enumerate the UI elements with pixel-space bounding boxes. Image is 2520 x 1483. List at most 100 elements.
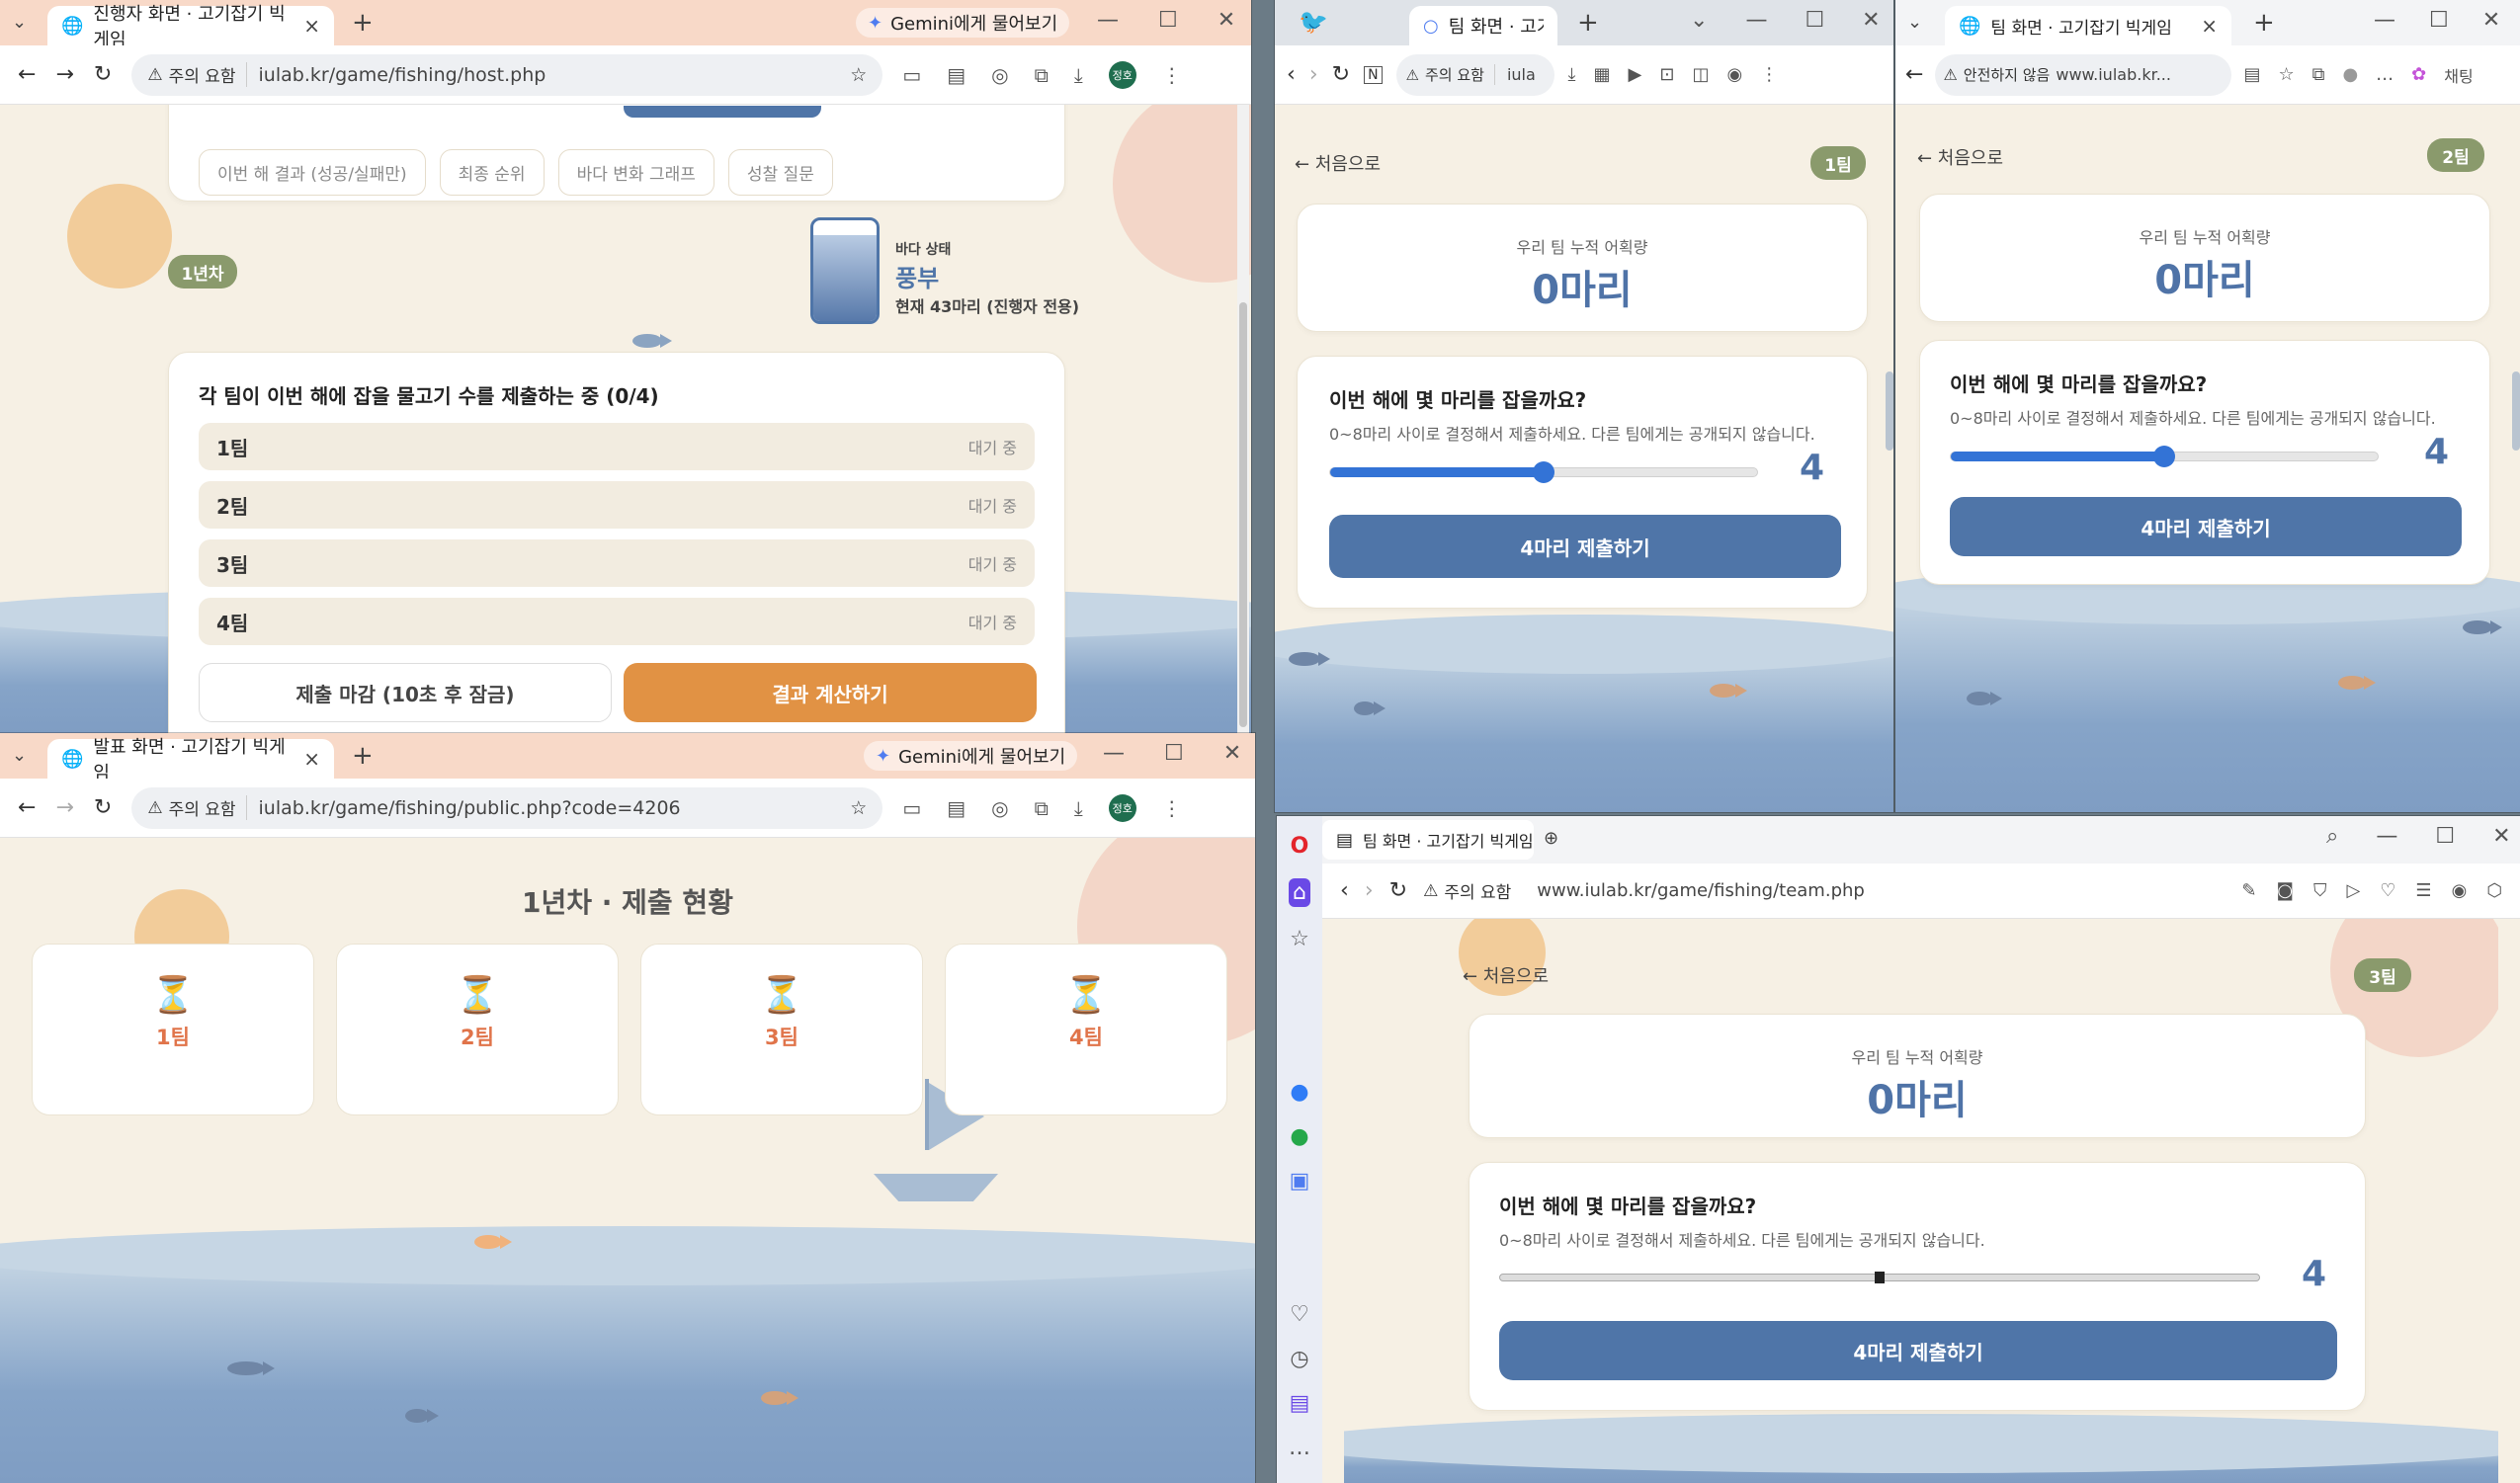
capture-icon[interactable]: ⊡ bbox=[1659, 64, 1674, 85]
team1-address-bar[interactable]: ⚠ 주의 요함 iula bbox=[1395, 53, 1554, 96]
forward-icon[interactable]: → bbox=[55, 795, 73, 820]
submit-catch-button[interactable]: 4마리 제출하기 bbox=[1329, 515, 1841, 578]
back-to-start-link[interactable]: ← 처음으로 bbox=[1295, 150, 1381, 176]
messenger-icon[interactable]: ● bbox=[1290, 1080, 1308, 1105]
close-submission-button[interactable]: 제출 마감 (10초 후 잠금) bbox=[199, 663, 612, 722]
back-icon[interactable]: ‹ bbox=[1287, 62, 1296, 87]
minimize-icon[interactable]: — bbox=[1097, 8, 1119, 33]
reading-icon[interactable]: ▤ bbox=[947, 796, 966, 820]
new-tab-icon[interactable]: + bbox=[2253, 8, 2275, 38]
shield-icon[interactable]: ⛉ bbox=[2313, 880, 2327, 901]
team2-address-bar[interactable]: ⚠ 안전하지 않음 www.iulab.kr... bbox=[1935, 53, 2232, 96]
slider-knob[interactable] bbox=[2153, 446, 2175, 467]
minimize-icon[interactable]: — bbox=[1745, 8, 1767, 33]
security-warning[interactable]: ⚠ 주의 요함 bbox=[1423, 878, 1521, 904]
host-tab[interactable]: 🌐 진행자 화면 · 고기잡기 빅게임 × bbox=[47, 4, 334, 50]
profile-icon[interactable]: ● bbox=[2342, 64, 2358, 85]
bookmark-star-icon[interactable]: ☆ bbox=[850, 797, 867, 819]
close-tab-icon[interactable]: × bbox=[303, 747, 320, 771]
catch-slider[interactable] bbox=[1499, 1272, 2260, 1283]
vertical-scrollbar[interactable] bbox=[1237, 105, 1249, 733]
maximize-icon[interactable]: ☐ bbox=[1164, 741, 1184, 766]
minimize-icon[interactable]: — bbox=[2376, 824, 2397, 849]
team3-url[interactable]: www.iulab.kr/game/fishing/team.php bbox=[1537, 880, 1865, 901]
catch-slider[interactable] bbox=[1950, 446, 2379, 467]
heart-icon[interactable]: ♡ bbox=[2380, 880, 2395, 901]
whatsapp-icon[interactable]: ● bbox=[1290, 1124, 1308, 1149]
chip-final-rank[interactable]: 최종 순위 bbox=[439, 149, 545, 196]
extensions-icon[interactable]: ⧉ bbox=[1035, 796, 1049, 820]
maximize-icon[interactable]: ☐ bbox=[1805, 8, 1824, 33]
back-icon[interactable]: ← bbox=[18, 795, 36, 820]
download-icon[interactable]: ⤓ bbox=[1074, 796, 1083, 820]
back-to-start-link[interactable]: ← 처음으로 bbox=[1463, 962, 1549, 988]
close-window-icon[interactable]: ✕ bbox=[1862, 8, 1880, 33]
team3-tab[interactable]: ▤ 팀 화면 · 고기잡기 빅게임 bbox=[1322, 820, 1534, 860]
close-tab-icon[interactable]: × bbox=[303, 14, 320, 38]
slider-knob[interactable] bbox=[1533, 461, 1554, 483]
gift-icon[interactable]: ▤ bbox=[1290, 1391, 1310, 1416]
easy-setup-icon[interactable]: ☰ bbox=[2415, 880, 2431, 901]
public-address-bar[interactable]: ⚠ 주의 요함 iulab.kr/game/fishing/public.php?… bbox=[131, 786, 883, 829]
profile-icon[interactable]: ◉ bbox=[2452, 880, 2468, 901]
download-icon[interactable]: ⤓ bbox=[1568, 64, 1576, 85]
target-icon[interactable]: ◎ bbox=[991, 63, 1008, 87]
new-tab-icon[interactable]: + bbox=[352, 8, 374, 38]
video-icon[interactable]: ▶ bbox=[1629, 64, 1642, 85]
tab-list-icon[interactable]: ⌄ bbox=[1690, 8, 1708, 33]
favorites-icon[interactable]: ♡ bbox=[1290, 1302, 1309, 1327]
close-window-icon[interactable]: ✕ bbox=[2492, 824, 2510, 849]
vertical-scrollbar[interactable] bbox=[2512, 371, 2520, 451]
gemini-button[interactable]: ✦ Gemini에게 물어보기 bbox=[856, 8, 1070, 38]
security-warning[interactable]: ⚠ 주의 요함 bbox=[147, 62, 247, 87]
search-tabs-icon[interactable]: ⌕ bbox=[2326, 824, 2338, 849]
close-window-icon[interactable]: ✕ bbox=[2482, 8, 2500, 33]
reload-icon[interactable]: ↻ bbox=[94, 795, 112, 820]
slider-knob[interactable] bbox=[1875, 1272, 1885, 1283]
chip-year-result[interactable]: 이번 해 결과 (성공/실패만) bbox=[199, 149, 426, 196]
sidebar-more-icon[interactable]: … bbox=[1289, 1436, 1310, 1460]
bookmark-star-icon[interactable]: ☆ bbox=[850, 64, 867, 86]
copilot-icon[interactable]: ✿ bbox=[2411, 64, 2426, 85]
menu-icon[interactable]: ⋮ bbox=[1162, 796, 1182, 820]
avatar[interactable]: 정호 bbox=[1108, 60, 1136, 89]
close-window-icon[interactable]: ✕ bbox=[1223, 741, 1241, 766]
close-tab-icon[interactable]: × bbox=[2201, 14, 2218, 38]
edit-icon[interactable]: ✎ bbox=[2241, 880, 2256, 901]
back-to-start-link[interactable]: ← 처음으로 bbox=[1917, 144, 2003, 170]
history-icon[interactable]: ◷ bbox=[1290, 1347, 1308, 1371]
maximize-icon[interactable]: ☐ bbox=[1158, 8, 1178, 33]
warning-icon[interactable]: ⚠ bbox=[1943, 65, 1957, 84]
reload-icon[interactable]: ↻ bbox=[1332, 62, 1350, 87]
back-icon[interactable]: ‹ bbox=[1340, 878, 1349, 903]
back-icon[interactable]: ← bbox=[1905, 62, 1923, 87]
reader-icon[interactable]: ▤ bbox=[2243, 64, 2260, 85]
host-address-bar[interactable]: ⚠ 주의 요함 iulab.kr/game/fishing/host.php ☆ bbox=[131, 53, 883, 96]
chip-reflection[interactable]: 성찰 질문 bbox=[727, 149, 833, 196]
opera-logo-icon[interactable]: O bbox=[1291, 834, 1309, 859]
cast-icon[interactable]: ▭ bbox=[902, 63, 921, 87]
play-icon[interactable]: ▷ bbox=[2346, 880, 2360, 901]
submit-catch-button[interactable]: 4마리 제출하기 bbox=[1499, 1321, 2337, 1380]
cast-icon[interactable]: ▭ bbox=[902, 796, 921, 820]
extensions-icon[interactable]: ⧉ bbox=[2312, 64, 2325, 85]
close-window-icon[interactable]: ✕ bbox=[1218, 8, 1235, 33]
reload-icon[interactable]: ↻ bbox=[1389, 878, 1407, 903]
box-icon[interactable]: ⬡ bbox=[2486, 880, 2502, 901]
forward-icon[interactable]: › bbox=[1365, 878, 1374, 903]
gemini-button[interactable]: ✦ Gemini에게 물어보기 bbox=[864, 741, 1078, 771]
team2-tab[interactable]: 🌐 팀 화면 · 고기잡기 빅게임 × bbox=[1945, 6, 2231, 45]
speed-dial-icon[interactable]: ☆ bbox=[1290, 927, 1309, 951]
camera-icon[interactable]: ◙ bbox=[2276, 880, 2293, 901]
notion-icon[interactable]: N bbox=[1364, 65, 1383, 84]
tab-actions-icon[interactable]: ⌄ bbox=[1907, 12, 1922, 33]
minimize-icon[interactable]: — bbox=[2374, 8, 2395, 33]
menu-icon[interactable]: ⋮ bbox=[1760, 64, 1778, 85]
aria-icon[interactable]: ▣ bbox=[1290, 1169, 1310, 1194]
download-icon[interactable]: ⤓ bbox=[1074, 63, 1083, 87]
catch-slider[interactable] bbox=[1329, 461, 1758, 483]
home-icon[interactable]: ⌂ bbox=[1289, 878, 1310, 907]
more-icon[interactable]: … bbox=[2376, 64, 2394, 85]
extensions-icon[interactable]: ⧉ bbox=[1035, 63, 1049, 87]
vertical-scrollbar[interactable] bbox=[1886, 371, 1893, 451]
